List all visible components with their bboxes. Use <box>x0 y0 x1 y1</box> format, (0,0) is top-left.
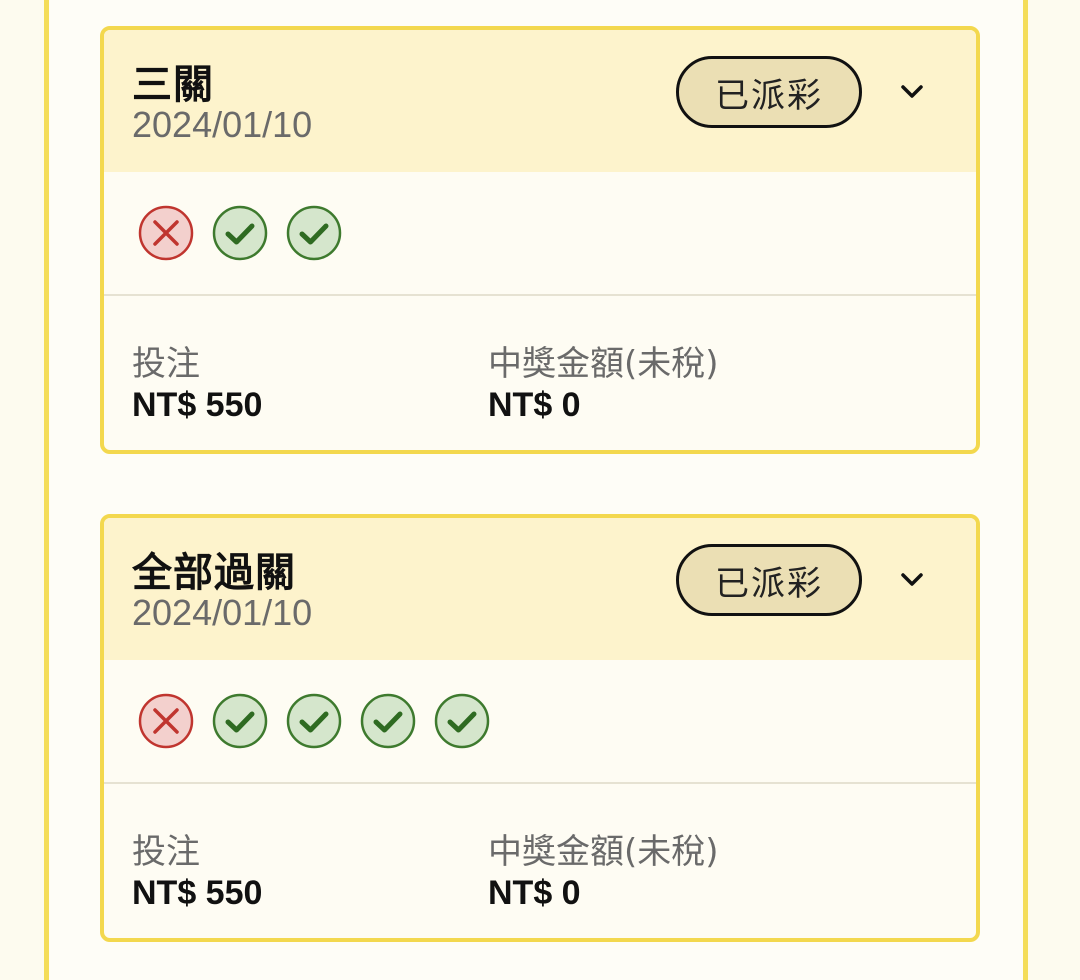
bet-card-header[interactable]: 全部過關 2024/01/10 已派彩 <box>104 518 976 660</box>
bet-date: 2024/01/10 <box>132 592 313 633</box>
bet-type-title: 全部過關 <box>132 550 296 596</box>
stake-label: 投注 <box>132 832 200 872</box>
check-circle-icon <box>360 693 416 749</box>
chevron-down-icon[interactable] <box>900 568 924 592</box>
payout-label: 中獎金額(未稅) <box>488 832 719 872</box>
stake-value: NT$ 550 <box>132 386 263 424</box>
x-circle-icon <box>138 693 194 749</box>
status-badge: 已派彩 <box>676 56 862 128</box>
stake-column: 投注 NT$ 550 <box>132 344 262 426</box>
check-circle-icon <box>286 693 342 749</box>
bet-date: 2024/01/10 <box>132 104 313 145</box>
bet-card[interactable]: 全部過關 2024/01/10 已派彩 投注 NT$ 550 中獎金額(未稅) … <box>100 514 980 942</box>
check-circle-icon <box>212 205 268 261</box>
amounts-section: 投注 NT$ 550 中獎金額(未稅) NT$ 0 <box>104 296 976 450</box>
amounts-section: 投注 NT$ 550 中獎金額(未稅) NT$ 0 <box>104 784 976 938</box>
check-circle-icon <box>286 205 342 261</box>
payout-column: 中獎金額(未稅) NT$ 0 <box>488 344 719 426</box>
payout-value: NT$ 0 <box>488 386 581 424</box>
payout-label: 中獎金額(未稅) <box>488 344 719 384</box>
payout-value: NT$ 0 <box>488 874 581 912</box>
bet-card[interactable]: 三關 2024/01/10 已派彩 投注 NT$ 550 中獎金額(未稅) NT… <box>100 26 980 454</box>
status-badge: 已派彩 <box>676 544 862 616</box>
x-circle-icon <box>138 205 194 261</box>
results-row <box>104 660 976 784</box>
results-row <box>104 172 976 296</box>
stake-label: 投注 <box>132 344 200 384</box>
bet-type-title: 三關 <box>132 62 214 108</box>
payout-column: 中獎金額(未稅) NT$ 0 <box>488 832 719 914</box>
check-circle-icon <box>434 693 490 749</box>
chevron-down-icon[interactable] <box>900 80 924 104</box>
stake-value: NT$ 550 <box>132 874 263 912</box>
bet-card-header[interactable]: 三關 2024/01/10 已派彩 <box>104 30 976 172</box>
stake-column: 投注 NT$ 550 <box>132 832 262 914</box>
check-circle-icon <box>212 693 268 749</box>
